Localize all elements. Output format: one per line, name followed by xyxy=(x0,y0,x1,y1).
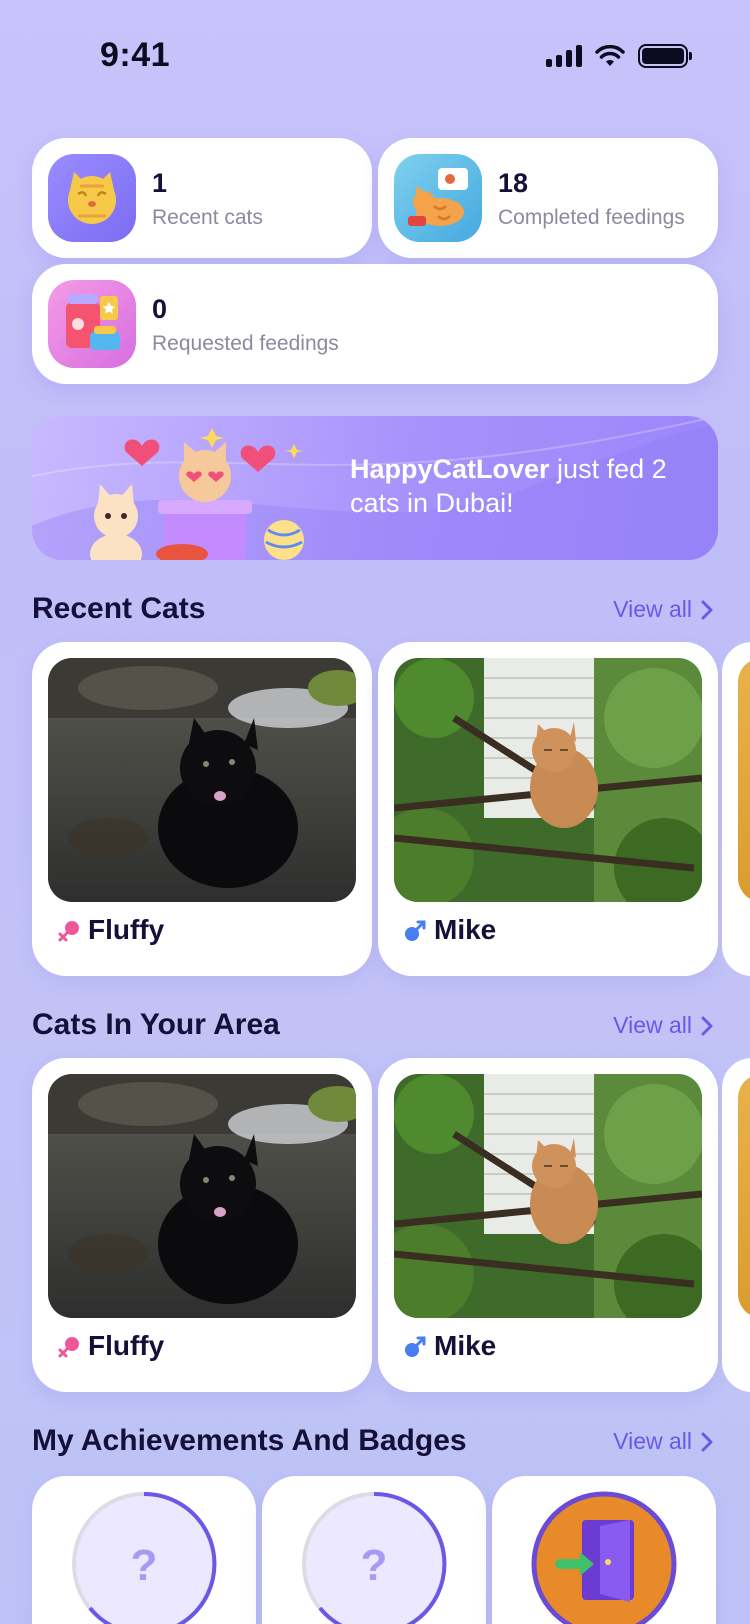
chevron-right-icon xyxy=(701,1016,713,1035)
cat-card-fluffy[interactable]: Fluffy xyxy=(32,1058,372,1392)
locked-badge-icon: ? xyxy=(72,1491,217,1624)
stat-value: 0 xyxy=(152,294,168,324)
badge-card-locked[interactable]: ? xyxy=(32,1476,256,1624)
cat-face-icon xyxy=(48,154,136,242)
view-all-recent-cats[interactable]: View all xyxy=(613,596,714,623)
male-icon xyxy=(405,1336,426,1357)
status-icons xyxy=(546,44,692,68)
view-all-label: View all xyxy=(613,1428,692,1454)
cat-name: Mike xyxy=(434,1330,497,1361)
cats-gift-illustration xyxy=(90,428,304,560)
cat-photo xyxy=(48,1074,356,1318)
badge-card-earned[interactable] xyxy=(492,1476,716,1624)
food-request-icon xyxy=(48,280,136,368)
cat-card-fluffy[interactable]: Fluffy xyxy=(32,642,372,976)
stat-value: 1 xyxy=(152,168,168,198)
banner-message: HappyCatLover just fed 2 cats in Dubai! xyxy=(350,452,690,520)
stat-card-completed-feedings[interactable]: 18 Completed feedings xyxy=(378,138,718,258)
stat-label: Recent cats xyxy=(152,206,263,229)
status-bar: 9:41 xyxy=(0,0,750,110)
stat-label: Completed feedings xyxy=(498,206,685,229)
cat-card-peek[interactable] xyxy=(722,642,750,976)
badge-card-locked[interactable]: ? xyxy=(262,1476,486,1624)
female-icon xyxy=(58,921,79,942)
chevron-right-icon xyxy=(701,600,713,619)
chevron-right-icon xyxy=(701,1432,713,1451)
male-icon xyxy=(405,920,426,941)
stat-card-recent-cats[interactable]: 1 Recent cats xyxy=(32,138,372,258)
section-title-cats-in-area: Cats In Your Area xyxy=(32,1008,280,1041)
cat-card-mike[interactable]: Mike xyxy=(378,1058,718,1392)
cat-card-peek[interactable] xyxy=(722,1058,750,1392)
cat-photo xyxy=(48,658,356,902)
badge-symbol: ? xyxy=(131,1541,158,1590)
cat-name: Mike xyxy=(434,914,497,945)
battery-icon xyxy=(638,44,692,68)
cat-feeding-icon xyxy=(394,154,482,242)
section-title-recent-cats: Recent Cats xyxy=(32,592,206,625)
locked-badge-icon: ? xyxy=(302,1491,447,1624)
view-all-label: View all xyxy=(613,596,692,622)
status-time: 9:41 xyxy=(100,36,171,74)
view-all-achievements[interactable]: View all xyxy=(613,1428,714,1455)
cellular-signal-icon xyxy=(546,45,582,67)
cat-photo xyxy=(394,658,702,902)
door-exit-icon xyxy=(531,1491,677,1624)
activity-banner[interactable]: HappyCatLover just fed 2 cats in Dubai! xyxy=(32,416,718,560)
cat-photo xyxy=(394,1074,702,1318)
stat-value: 18 xyxy=(498,168,529,198)
badge-symbol: ? xyxy=(361,1541,388,1590)
banner-username: HappyCatLover xyxy=(350,454,550,484)
view-all-cats-in-area[interactable]: View all xyxy=(613,1012,714,1039)
cat-name: Fluffy xyxy=(88,1330,165,1361)
wifi-icon xyxy=(595,44,625,66)
cat-card-mike[interactable]: Mike xyxy=(378,642,718,976)
stat-card-requested-feedings[interactable]: 0 Requested feedings xyxy=(32,264,718,384)
female-icon xyxy=(58,1337,79,1358)
cat-name: Fluffy xyxy=(88,914,165,945)
section-title-achievements: My Achievements And Badges xyxy=(32,1424,467,1457)
stat-label: Requested feedings xyxy=(152,332,339,355)
view-all-label: View all xyxy=(613,1012,692,1038)
